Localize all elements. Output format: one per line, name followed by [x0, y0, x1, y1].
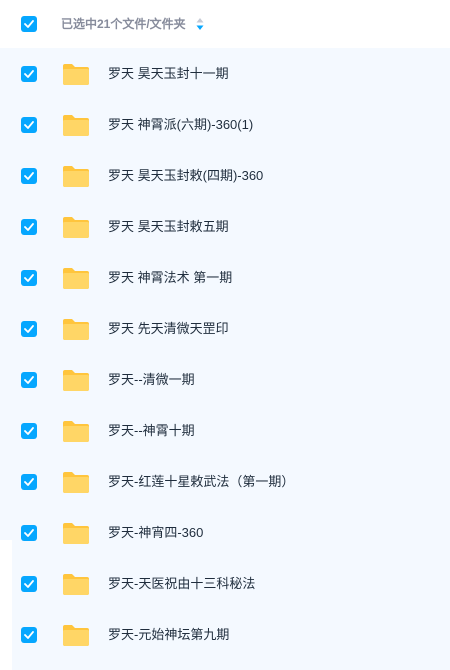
- row-checkbox[interactable]: [21, 627, 37, 643]
- check-icon: [24, 325, 34, 333]
- check-icon: [24, 631, 34, 639]
- file-name[interactable]: 罗天 昊天玉封十一期: [108, 65, 229, 83]
- file-row[interactable]: 罗天--神霄十期: [0, 405, 450, 456]
- row-checkbox[interactable]: [21, 372, 37, 388]
- folder-icon: [63, 166, 89, 187]
- file-row[interactable]: 罗天 神霄法术 第一期: [0, 252, 450, 303]
- file-row[interactable]: 罗天 昊天玉封十一期: [0, 48, 450, 99]
- selection-header: 已选中21个文件/文件夹: [0, 0, 450, 48]
- folder-icon: [63, 472, 89, 493]
- check-icon: [24, 121, 34, 129]
- folder-icon: [63, 523, 89, 544]
- file-name[interactable]: 罗天-天医祝由十三科秘法: [108, 575, 255, 593]
- check-icon: [24, 478, 34, 486]
- file-name[interactable]: 罗天-元始神坛第九期: [108, 626, 229, 644]
- folder-icon: [63, 421, 89, 442]
- file-row[interactable]: 罗天--清微一期: [0, 354, 450, 405]
- row-checkbox[interactable]: [21, 66, 37, 82]
- file-name[interactable]: 罗天-红莲十星敕武法（第一期）: [108, 473, 294, 491]
- check-icon: [24, 172, 34, 180]
- file-name[interactable]: 罗天-神宵四-360: [108, 524, 203, 542]
- check-icon: [24, 70, 34, 78]
- row-checkbox[interactable]: [21, 525, 37, 541]
- select-all-checkbox[interactable]: [21, 16, 37, 32]
- row-checkbox[interactable]: [21, 576, 37, 592]
- check-icon: [24, 20, 34, 28]
- file-row[interactable]: 罗天-天医祝由十三科秘法: [0, 558, 450, 609]
- file-row[interactable]: 罗天-神宵四-360: [0, 507, 450, 558]
- row-checkbox[interactable]: [21, 423, 37, 439]
- file-name[interactable]: 罗天 先天清微天罡印: [108, 320, 229, 338]
- folder-icon: [63, 319, 89, 340]
- file-row[interactable]: 罗天 昊天玉封敕五期: [0, 201, 450, 252]
- left-edge-strip: [0, 540, 12, 670]
- file-name[interactable]: 罗天--清微一期: [108, 371, 195, 389]
- file-row[interactable]: 罗天 昊天玉封敕(四期)-360: [0, 150, 450, 201]
- check-icon: [24, 223, 34, 231]
- folder-icon: [63, 574, 89, 595]
- file-name[interactable]: 罗天--神霄十期: [108, 422, 195, 440]
- row-checkbox[interactable]: [21, 219, 37, 235]
- file-list: 罗天 昊天玉封十一期 罗天 神霄派(六期)-360(1) 罗天 昊天玉封敕(四期…: [0, 48, 450, 670]
- row-checkbox[interactable]: [21, 474, 37, 490]
- file-row[interactable]: 罗天 神霄派(六期)-360(1): [0, 99, 450, 150]
- folder-icon: [63, 64, 89, 85]
- selection-count-label: 已选中21个文件/文件夹: [61, 17, 186, 31]
- check-icon: [24, 427, 34, 435]
- folder-icon: [63, 370, 89, 391]
- check-icon: [24, 376, 34, 384]
- folder-icon: [63, 268, 89, 289]
- row-checkbox[interactable]: [21, 321, 37, 337]
- row-checkbox[interactable]: [21, 270, 37, 286]
- check-icon: [24, 529, 34, 537]
- file-name[interactable]: 罗天 昊天玉封敕(四期)-360: [108, 167, 263, 185]
- row-checkbox[interactable]: [21, 168, 37, 184]
- folder-icon: [63, 625, 89, 646]
- row-checkbox[interactable]: [21, 117, 37, 133]
- file-row[interactable]: 罗天-元始神坛第九期: [0, 609, 450, 660]
- sort-arrows-icon[interactable]: [195, 17, 205, 31]
- file-name[interactable]: 罗天 神霄法术 第一期: [108, 269, 232, 287]
- file-row[interactable]: 罗天-红莲十星敕武法（第一期）: [0, 456, 450, 507]
- file-name[interactable]: 罗天 神霄派(六期)-360(1): [108, 116, 253, 134]
- file-name[interactable]: 罗天 昊天玉封敕五期: [108, 218, 229, 236]
- folder-icon: [63, 217, 89, 238]
- check-icon: [24, 274, 34, 282]
- file-row[interactable]: 罗天 先天清微天罡印: [0, 303, 450, 354]
- folder-icon: [63, 115, 89, 136]
- check-icon: [24, 580, 34, 588]
